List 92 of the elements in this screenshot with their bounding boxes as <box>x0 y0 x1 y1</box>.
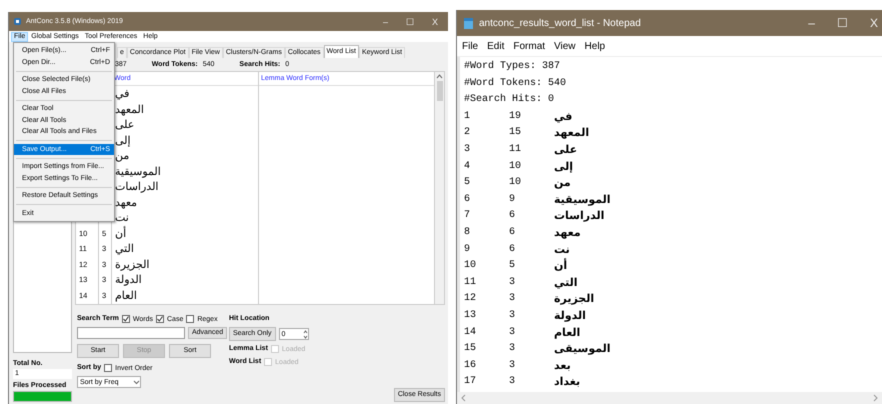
frequency-text: 6 <box>509 242 516 257</box>
table-cell-text: إلى <box>114 132 132 148</box>
frequency-text: 10 <box>509 160 522 174</box>
window-control[interactable]: ☐ <box>406 16 414 26</box>
chevron-down-icon <box>133 380 140 384</box>
rank-text: 2 <box>464 126 472 140</box>
frequency-text: 3 <box>509 326 516 340</box>
frequency-text: 15 <box>509 126 522 140</box>
spinner-icon <box>302 330 308 338</box>
frequency-text: 3 <box>509 358 516 373</box>
check-icon <box>156 315 164 323</box>
frequency-text: 6 <box>509 226 516 240</box>
check-icon <box>122 315 130 323</box>
app-icon <box>13 17 22 26</box>
table-cell-text: أن <box>114 226 128 241</box>
window-control[interactable]: ☐ <box>836 16 848 30</box>
window-control[interactable]: – <box>382 16 388 26</box>
checkbox[interactable] <box>186 315 194 323</box>
checkbox[interactable] <box>122 315 130 323</box>
rank-text: 7 <box>464 209 472 224</box>
frequency-text: 11 <box>509 142 522 157</box>
word-text: أن <box>554 258 568 274</box>
word-text: بعد <box>554 358 571 374</box>
text-line: #Word Types: 387 <box>464 60 562 74</box>
word-text: معهد <box>554 224 581 241</box>
text-line: #Search Hits: 0 <box>464 92 556 108</box>
frequency-text: 5 <box>509 259 516 274</box>
table-cell-text: معهد <box>114 194 138 210</box>
frequency-text: 3 <box>509 292 516 306</box>
table-cell-text: في <box>114 86 130 102</box>
word-text: الدراسات <box>554 208 604 224</box>
table-cell-text: الدراسات <box>114 179 160 194</box>
word-text: الموسيقى <box>554 341 611 358</box>
frequency-text: 3 <box>509 342 516 356</box>
rank-text: 9 <box>464 242 472 257</box>
word-text: المعهد <box>554 125 590 142</box>
frequency-text: 3 <box>509 308 516 323</box>
rank-text: 4 <box>464 160 472 174</box>
rank-text: 16 <box>464 358 478 373</box>
rank-text: 1 <box>464 110 472 124</box>
frequency-text: 19 <box>509 110 522 124</box>
word-text: نت <box>554 242 570 258</box>
word-text: العام <box>554 324 580 341</box>
rank-text: 15 <box>464 342 478 356</box>
word-text: بغداد <box>554 374 580 390</box>
word-text: الجزيرة <box>554 291 594 308</box>
window-title: antconc_results_word_list - Notepad <box>479 18 641 28</box>
rank-text: 10 <box>464 259 478 274</box>
table-cell-text: على <box>114 117 136 132</box>
word-text: على <box>554 142 578 158</box>
checkbox[interactable] <box>156 315 164 323</box>
rank-text: 17 <box>464 375 478 390</box>
rank-text: 3 <box>464 142 472 157</box>
frequency-text: 10 <box>509 176 522 190</box>
rank-text: 6 <box>464 192 472 207</box>
menu-item[interactable]: Help <box>584 40 606 52</box>
word-text: التي <box>554 274 578 291</box>
table-cell-text: الدولة <box>114 272 143 288</box>
rank-text: 13 <box>464 308 478 323</box>
word-text: إلى <box>554 158 574 175</box>
window-control[interactable]: – <box>808 16 815 30</box>
word-text: الدولة <box>554 308 586 324</box>
word-text: من <box>554 175 571 192</box>
rank-text: 11 <box>464 276 478 290</box>
table-cell-text: الموسيقية <box>114 164 162 179</box>
frequency-text: 6 <box>509 209 516 224</box>
window-control[interactable]: X <box>432 16 438 26</box>
table-cell-text: من <box>114 148 130 164</box>
notepad-icon <box>463 16 474 30</box>
table-cell-text: التي <box>114 241 135 256</box>
checkbox[interactable] <box>104 364 112 372</box>
frequency-text: 3 <box>509 375 516 390</box>
rank-text: 5 <box>464 176 472 190</box>
search-field[interactable] <box>77 327 185 339</box>
rank-text: 14 <box>464 326 478 340</box>
table-cell-text: المعهد <box>114 102 145 117</box>
rank-text: 12 <box>464 292 478 306</box>
menu-item[interactable]: File <box>462 40 478 52</box>
table-cell-text: نت <box>114 210 130 226</box>
text-line: #Word Tokens: 540 <box>464 76 568 91</box>
table-cell-text: العام <box>114 288 138 303</box>
word-text: في <box>554 108 572 125</box>
menu-item[interactable]: Format <box>513 40 546 52</box>
table-cell-text: الجزيرة <box>114 256 150 272</box>
window-control[interactable]: X <box>870 16 878 30</box>
scrollbar-thumb[interactable] <box>436 81 442 101</box>
frequency-text: 3 <box>509 276 516 290</box>
rank-text: 8 <box>464 226 472 240</box>
menu-item[interactable]: View <box>554 40 576 52</box>
menu-item[interactable]: Edit <box>487 40 504 52</box>
frequency-text: 9 <box>509 192 516 207</box>
word-text: الموسيقية <box>554 192 611 208</box>
